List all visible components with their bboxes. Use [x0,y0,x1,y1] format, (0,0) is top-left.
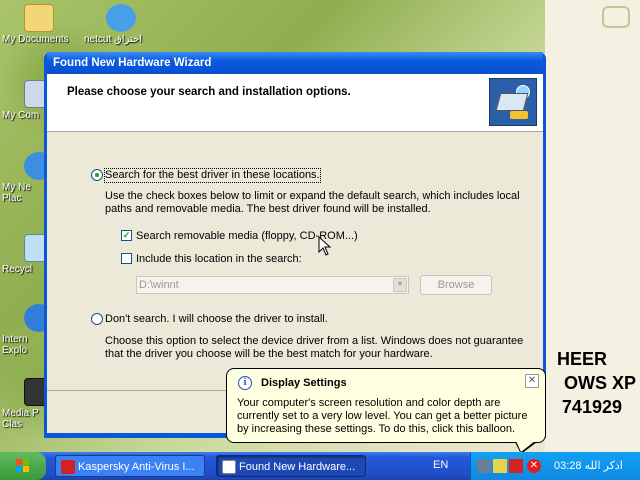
folder-icon [24,4,54,32]
kaspersky-icon [61,460,75,474]
clock[interactable]: 03:28 اذكر الله [554,459,623,472]
balloon-title: Display Settings [261,377,347,389]
hardware-tray-icon[interactable] [493,459,507,473]
desktop-icon-label: netcut اختراق [84,34,143,45]
dont-search-description: Choose this option to select the device … [105,335,524,360]
dont-search-radio[interactable] [91,313,103,325]
taskbar-item-label: Found New Hardware... [239,461,356,473]
location-combobox[interactable]: D:\winnt ▼ [136,276,409,294]
kaspersky-tray-icon[interactable] [509,459,523,473]
close-icon[interactable]: ✕ [525,374,539,388]
system-tray: ✕ 03:28 اذكر الله [470,452,640,480]
language-indicator[interactable]: EN [433,459,448,471]
desktop-icon-netcut[interactable]: netcut اختراق [84,4,164,45]
display-settings-balloon[interactable]: i Display Settings ✕ Your computer's scr… [226,368,546,454]
search-best-driver-label[interactable]: Search for the best driver in these loca… [104,168,321,183]
taskbar-item-kaspersky[interactable]: Kaspersky Anti-Virus I... [55,455,205,477]
search-best-driver-radio[interactable] [91,169,103,181]
balloon-text: Your computer's screen resolution and co… [237,397,528,435]
wallpaper-overlay-text: HEER [556,349,607,369]
dont-search-label[interactable]: Don't search. I will choose the driver t… [105,313,328,326]
wallpaper-overlay-text: 741929 [561,397,622,417]
wizard-header: Please choose your search and installati… [47,74,543,132]
taskbar-item-hardware-wizard[interactable]: Found New Hardware... [216,455,366,477]
include-location-label[interactable]: Include this location in the search: [136,253,302,266]
network-icon [106,4,136,32]
window-title: Found New Hardware Wizard [53,57,212,69]
browse-button[interactable]: Browse [420,275,492,295]
info-icon: i [238,376,252,390]
title-bar[interactable]: Found New Hardware Wizard [47,52,543,74]
location-value: D:\winnt [139,279,179,291]
start-button[interactable] [0,452,46,480]
window-icon [222,460,236,474]
chevron-down-icon[interactable]: ▼ [393,278,407,292]
include-location-checkbox[interactable] [121,253,132,264]
error-tray-icon[interactable]: ✕ [527,459,541,473]
search-best-driver-description: Use the check boxes below to limit or ex… [105,190,520,215]
windows-flag-icon [16,459,29,472]
mouse-cursor-icon [318,236,332,256]
search-removable-media-checkbox[interactable]: ✓ [121,230,132,241]
desktop-icon-label: My Documents [2,34,69,45]
desktop-icon-my-documents[interactable]: My Documents [2,4,82,45]
wallpaper-overlay-text: OWS XP [563,373,636,393]
hardware-wizard-icon [489,78,537,126]
taskbar: Kaspersky Anti-Virus I... Found New Hard… [0,452,640,480]
wizard-header-title: Please choose your search and installati… [67,86,351,98]
network-tray-icon[interactable] [477,459,491,473]
taskbar-item-label: Kaspersky Anti-Virus I... [78,461,195,473]
